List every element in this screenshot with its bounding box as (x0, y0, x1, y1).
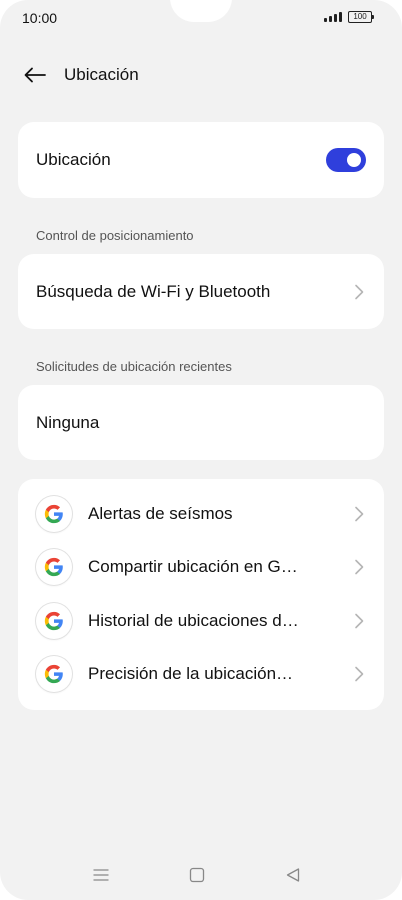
phone-screen: 10:00 100 Ubicación Ubicación Control de… (0, 0, 402, 900)
status-icons: 100 (324, 11, 374, 23)
recent-requests-card: Ninguna (18, 385, 384, 460)
home-icon[interactable] (188, 866, 206, 884)
location-label: Ubicación (36, 150, 111, 169)
google-icon (36, 656, 72, 693)
service-label: Precisión de la ubicación… (88, 664, 294, 684)
service-label: Historial de ubicaciones d… (88, 610, 299, 630)
service-label: Compartir ubicación en G… (88, 557, 298, 577)
wifi-bluetooth-scan-label: Búsqueda de Wi-Fi y Bluetooth (36, 281, 271, 301)
positioning-card: Búsqueda de Wi-Fi y Bluetooth (18, 254, 384, 329)
chevron-right-icon (352, 666, 366, 682)
battery-icon: 100 (348, 11, 374, 23)
signal-icon (324, 12, 342, 22)
status-time: 10:00 (22, 10, 58, 26)
toggle-knob (347, 153, 361, 167)
back-arrow-icon[interactable] (22, 62, 48, 88)
service-row-historial[interactable]: Historial de ubicaciones d… (18, 594, 384, 648)
location-services-card: Alertas de seísmos Compartir ubicación e… (18, 479, 384, 710)
page-title: Ubicación (64, 65, 139, 84)
google-icon (36, 549, 72, 586)
service-row-alertas[interactable]: Alertas de seísmos (18, 487, 384, 541)
system-navbar (0, 860, 402, 890)
battery-level: 100 (353, 12, 367, 21)
wifi-bluetooth-scan-row[interactable]: Búsqueda de Wi-Fi y Bluetooth (18, 254, 384, 329)
location-toggle[interactable] (326, 148, 366, 172)
chevron-right-icon (352, 506, 366, 522)
chevron-right-icon (352, 284, 366, 299)
location-toggle-row[interactable]: Ubicación (18, 122, 384, 198)
google-icon (36, 495, 72, 532)
service-row-compartir[interactable]: Compartir ubicación en G… (18, 541, 384, 595)
location-card[interactable]: Ubicación (18, 122, 384, 198)
chevron-right-icon (352, 613, 366, 629)
chevron-right-icon (352, 559, 366, 575)
camera-notch (170, 0, 232, 22)
positioning-section-label: Control de posicionamiento (36, 228, 194, 243)
service-label: Alertas de seísmos (88, 503, 233, 523)
recent-requests-section-label: Solicitudes de ubicación recientes (36, 359, 232, 374)
recent-requests-value: Ninguna (36, 412, 100, 432)
header: Ubicación (22, 60, 139, 90)
recent-requests-row: Ninguna (18, 385, 384, 460)
back-triangle-icon[interactable] (284, 866, 302, 884)
google-icon (36, 602, 72, 639)
menu-icon[interactable] (92, 866, 110, 884)
service-row-precision[interactable]: Precisión de la ubicación… (18, 648, 384, 702)
